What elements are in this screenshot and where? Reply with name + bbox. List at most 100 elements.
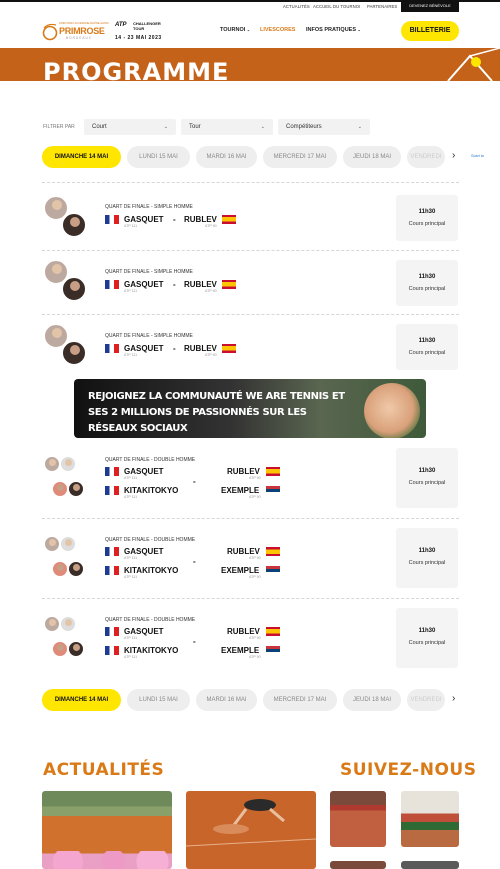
flag-rs-icon	[266, 486, 280, 495]
team-2-player-2: EXEMPLE	[221, 646, 260, 655]
flag-fr-icon	[105, 547, 119, 556]
player-1-name: GASQUET	[124, 215, 164, 224]
billetterie-button[interactable]: BILLETERIE	[401, 21, 459, 41]
flag-fr-icon	[105, 467, 119, 476]
atp-challenger-logo: ATP CHALLENGER TOUR 14 - 23 MAI 2023	[115, 20, 177, 42]
day-tab-mercredi-bottom[interactable]: MERCREDI 17 MAI	[263, 689, 337, 711]
player-1-rank: ATP 111	[124, 289, 138, 293]
player-1-name: GASQUET	[124, 280, 164, 289]
vs-separator: -	[193, 557, 196, 566]
match-court: Cours principal	[408, 286, 446, 292]
nav-tournoi[interactable]: TOURNOI ⌄	[220, 27, 250, 33]
match-time: 11h30	[418, 628, 436, 634]
match-time: 11h30	[418, 548, 436, 554]
player-rank: ATP 111	[124, 636, 138, 640]
day-tab-vendredi-bottom[interactable]: VENDREDI 19 MAI	[407, 689, 445, 711]
logo-small-text: OPEN PARC AUVERGNE-RHÔNE-ALPES	[59, 22, 109, 25]
volunteer-button[interactable]: DEVENEZ BÉNÉVOLE	[401, 0, 459, 12]
flowers-decoration	[42, 851, 172, 869]
chevron-right-icon[interactable]: ›	[452, 150, 455, 161]
match-time: 11h30	[418, 209, 436, 215]
flag-fr-icon	[105, 627, 119, 636]
player-avatar	[62, 277, 86, 301]
chevron-right-icon[interactable]: ›	[452, 693, 455, 704]
page-title: PROGRAMME	[43, 58, 230, 81]
player-avatar	[44, 616, 60, 632]
filter-tour-select[interactable]: Tour ⌄	[181, 119, 273, 135]
promo-text: REJOIGNEZ LA COMMUNAUTÉ WE ARE TENNIS ET…	[88, 391, 345, 434]
day-tab-lundi-bottom[interactable]: LUNDI 15 MAI	[127, 689, 190, 711]
player-avatar	[44, 456, 60, 472]
player-rank: ATP 90	[249, 636, 261, 640]
filter-label: FILTRER PAR	[43, 124, 75, 130]
flag-es-icon	[266, 547, 280, 556]
vs-separator: -	[173, 344, 176, 353]
community-promo-banner[interactable]: REJOIGNEZ LA COMMUNAUTÉ WE ARE TENNIS ET…	[74, 379, 426, 438]
top-link-actualites[interactable]: ACTUALITÉS	[283, 4, 310, 9]
day-tab-mercredi[interactable]: MERCREDI 17 MAI	[263, 146, 337, 168]
match-time-box: 11h30 Cours principal	[396, 324, 458, 370]
day-tab-vendredi[interactable]: VENDREDI 19 MAI	[407, 146, 445, 168]
flag-fr-icon	[105, 486, 119, 495]
social-photo-1[interactable]	[330, 791, 386, 847]
day-tab-dimanche[interactable]: DIMANCHE 14 MAI	[42, 146, 121, 168]
event-dates: 14 - 23 MAI 2023	[115, 35, 162, 41]
flag-es-icon	[222, 215, 236, 224]
tennis-ball-icon	[42, 23, 58, 41]
team-1-player-2: KITAKITOKYO	[124, 486, 179, 495]
player-avatar	[68, 481, 84, 497]
divider	[42, 518, 459, 519]
day-tab-jeudi-bottom[interactable]: JEUDI 18 MAI	[343, 689, 401, 711]
flag-es-icon	[222, 280, 236, 289]
match-time: 11h30	[418, 468, 436, 474]
news-photo-2[interactable]	[186, 791, 316, 869]
news-photo-1[interactable]	[42, 791, 172, 869]
nav-livescores[interactable]: LIVESCORES	[260, 27, 295, 33]
filter-court-select[interactable]: Court ⌄	[84, 119, 176, 135]
social-photo-3[interactable]	[330, 861, 386, 869]
team-1-player-1: GASQUET	[124, 547, 164, 556]
team-1-player-1: GASQUET	[124, 627, 164, 636]
match-time: 11h30	[418, 338, 436, 344]
player-1-rank: ATP 111	[124, 353, 138, 357]
filter-competiteurs-select[interactable]: Compétiteurs ⌄	[278, 119, 370, 135]
team-1-player-1: GASQUET	[124, 467, 164, 476]
team-1-player-2: KITAKITOKYO	[124, 566, 179, 575]
match-court: Cours principal	[408, 350, 446, 356]
player-rank: ATP 111	[124, 575, 138, 579]
player-2-rank: ATP 90	[205, 224, 217, 228]
social-photo-4[interactable]	[401, 861, 459, 869]
next-days-link[interactable]: Suivi lo	[471, 153, 484, 158]
match-court: Cours principal	[408, 640, 446, 646]
player-rank: ATP 111	[124, 495, 138, 499]
player-avatar	[60, 616, 76, 632]
team-2-player-2: EXEMPLE	[221, 566, 260, 575]
day-tab-lundi[interactable]: LUNDI 15 MAI	[127, 146, 190, 168]
day-tab-jeudi[interactable]: JEUDI 18 MAI	[343, 146, 401, 168]
vs-separator: -	[193, 477, 196, 486]
player-avatar	[68, 561, 84, 577]
divider	[42, 314, 459, 315]
player-sliding-illustration	[186, 799, 316, 847]
top-link-accueil[interactable]: ACCUEIL DU TOURNOI	[313, 4, 360, 9]
day-tab-mardi[interactable]: MARDI 16 MAI	[196, 146, 257, 168]
flag-fr-icon	[105, 280, 119, 289]
social-photo-2[interactable]	[401, 791, 459, 847]
flag-rs-icon	[266, 646, 280, 655]
primrose-logo[interactable]: OPEN PARC AUVERGNE-RHÔNE-ALPES PRIMROSE …	[42, 20, 109, 42]
team-1-player-2: KITAKITOKYO	[124, 646, 179, 655]
chevron-down-icon: ⌄	[357, 27, 361, 32]
nav-infos-pratiques[interactable]: INFOS PRATIQUES ⌄	[306, 27, 361, 33]
chevron-down-icon: ⌄	[260, 124, 265, 130]
player-2-rank: ATP 90	[205, 353, 217, 357]
match-round: QUART DE FINALE - DOUBLE HOMME	[105, 457, 196, 463]
flag-fr-icon	[105, 344, 119, 353]
top-link-partenaires[interactable]: PARTENAIRES	[367, 4, 397, 9]
day-tab-dimanche-bottom[interactable]: DIMANCHE 14 MAI	[42, 689, 121, 711]
player-rank: ATP 90	[249, 655, 261, 659]
atp-line2: TOUR	[133, 26, 145, 31]
match-time-box: 11h30 Cours principal	[396, 448, 458, 508]
match-time-box: 11h30 Cours principal	[396, 528, 458, 588]
logo-brand: PRIMROSE	[59, 26, 105, 36]
day-tab-mardi-bottom[interactable]: MARDI 16 MAI	[196, 689, 257, 711]
